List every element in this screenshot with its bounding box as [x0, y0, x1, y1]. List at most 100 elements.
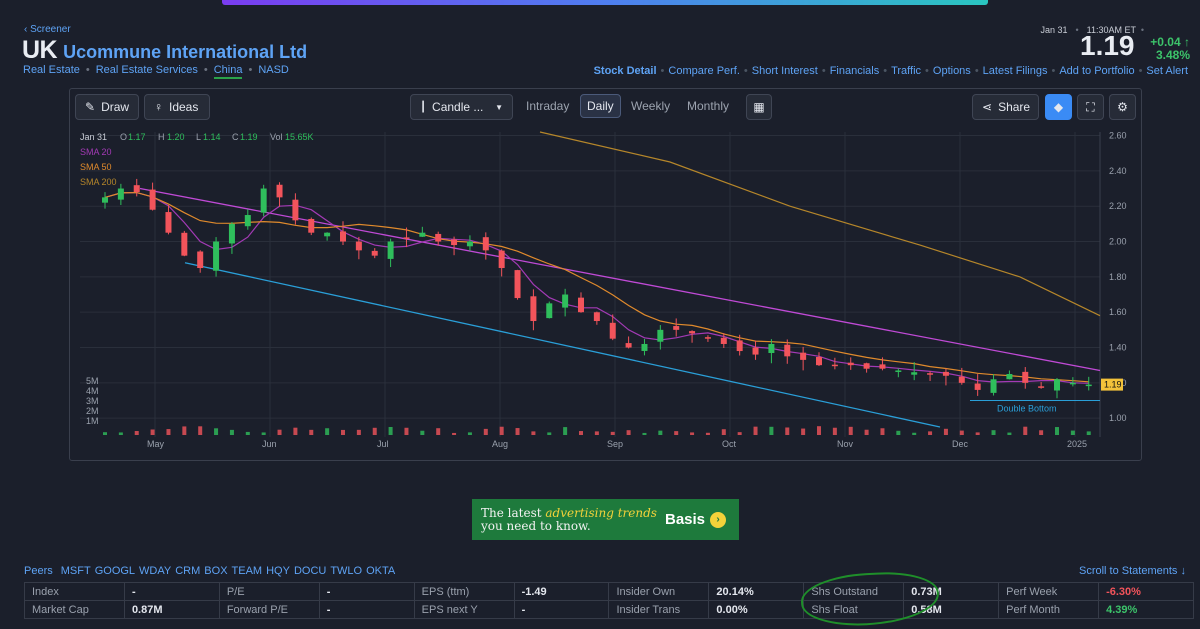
peer-link[interactable]: OKTA — [366, 565, 395, 577]
stat-label: Market Cap — [24, 600, 125, 619]
legend-value: 1.19 — [240, 132, 258, 142]
tab-intraday[interactable]: Intraday — [520, 94, 575, 118]
volume-bar — [436, 428, 441, 435]
stat-label: P/E — [218, 582, 320, 601]
candle-body — [990, 379, 997, 393]
candle-body — [593, 312, 600, 322]
back-to-screener-link[interactable]: ‹ Screener — [24, 24, 71, 35]
link-options[interactable]: Options — [933, 65, 971, 77]
scroll-to-statements-link[interactable]: Scroll to Statements ↓ — [1079, 565, 1186, 577]
peer-link[interactable]: TWLO — [330, 565, 362, 577]
link-stock-detail[interactable]: Stock Detail — [594, 65, 657, 77]
candle-body — [292, 199, 299, 221]
company-name[interactable]: Ucommune International Ltd — [63, 42, 307, 63]
candle-icon: ┃ — [420, 101, 427, 113]
volume-bar — [1039, 430, 1044, 435]
y-tick-label: 1.80 — [1109, 272, 1127, 282]
peers-label[interactable]: Peers — [24, 565, 53, 577]
stat-label: Insider Trans — [608, 600, 710, 619]
volume-bar — [817, 426, 821, 435]
link-add-to-portfolio[interactable]: Add to Portfolio — [1059, 65, 1134, 77]
x-tick-label: May — [147, 439, 165, 449]
peer-link[interactable]: TEAM — [232, 565, 263, 577]
settings-button[interactable]: ⚙ — [1109, 94, 1136, 120]
link-latest-filings[interactable]: Latest Filings — [983, 65, 1048, 77]
link-short-interest[interactable]: Short Interest — [752, 65, 818, 77]
price-chart[interactable]: 2.60 2.40 2.20 2.00 1.80 1.60 1.40 1.20 1.00 5M4… — [70, 127, 1141, 457]
volume-bar — [229, 429, 234, 435]
ideas-button[interactable]: ♀ Ideas — [144, 94, 210, 120]
premium-button[interactable]: ◆ — [1045, 94, 1072, 120]
fullscreen-button[interactable]: ⛶ — [1077, 94, 1104, 120]
link-traffic[interactable]: Traffic — [891, 65, 921, 77]
y-tick-label: 1.60 — [1109, 307, 1127, 317]
share-button[interactable]: ⋖ Share — [972, 94, 1039, 120]
volume-bar — [1007, 432, 1012, 435]
candle-body — [498, 250, 505, 269]
breadcrumb: Real Estate • Real Estate Services • China… — [23, 64, 289, 79]
stat-value: -6.30% — [1098, 582, 1194, 601]
volume-bar — [531, 431, 536, 435]
candle-body — [228, 223, 235, 244]
volume-tick-label: 2M — [86, 406, 99, 416]
peer-link[interactable]: DOCU — [294, 565, 326, 577]
x-tick-label: 2025 — [1067, 439, 1087, 449]
ad-brand: Basis — [665, 511, 706, 528]
crumb-country[interactable]: China — [213, 64, 243, 79]
annotation-label: Double Bottom — [997, 404, 1057, 414]
link-financials[interactable]: Financials — [830, 65, 880, 77]
link-set-alert[interactable]: Set Alert — [1146, 65, 1188, 77]
volume-bar — [515, 428, 520, 435]
stat-label: Perf Month — [998, 600, 1100, 619]
tab-monthly[interactable]: Monthly — [681, 94, 735, 118]
x-tick-label: Jul — [377, 439, 389, 449]
peer-link[interactable]: HQY — [266, 565, 290, 577]
volume-bar — [626, 430, 631, 435]
candle-body — [720, 337, 727, 344]
volume-bar — [499, 426, 504, 435]
stat-label: Index — [24, 582, 125, 601]
link-compare-perf[interactable]: Compare Perf. — [668, 65, 740, 77]
volume-tick-label: 3M — [86, 396, 99, 406]
info-icon[interactable]: • — [1141, 25, 1144, 35]
advertisement-banner[interactable]: The latest advertising trends you need to… — [472, 499, 739, 540]
volume-bar — [594, 431, 599, 435]
stat-value: - — [513, 600, 610, 619]
peer-link[interactable]: MSFT — [61, 565, 91, 577]
volume-bar — [690, 432, 695, 435]
peer-link[interactable]: GOOGL — [95, 565, 135, 577]
x-tick-label: Jun — [262, 439, 277, 449]
crumb-exchange[interactable]: NASD — [258, 64, 289, 79]
candle-body — [371, 250, 378, 256]
candle-body — [387, 241, 394, 259]
volume-bar — [277, 429, 282, 435]
volume-bar — [563, 427, 568, 435]
volume-bar — [896, 430, 901, 435]
peer-link[interactable]: CRM — [175, 565, 200, 577]
volume-bar — [182, 426, 187, 435]
volume-bar — [721, 429, 726, 435]
candle-body — [165, 212, 172, 233]
volume-bar — [832, 427, 837, 435]
pencil-icon: ✎ — [85, 100, 96, 114]
draw-button[interactable]: ✎ Draw — [75, 94, 139, 120]
candle-body — [578, 297, 584, 313]
candle-body — [1069, 382, 1076, 385]
peers-row: Peers MSFT GOOGL WDAY CRM BOX TEAM HQY D… — [24, 565, 395, 577]
candle-body — [641, 343, 648, 351]
tab-weekly[interactable]: Weekly — [625, 94, 676, 118]
calendar-button[interactable]: ▦ — [746, 94, 772, 120]
candle-body — [863, 363, 870, 369]
stat-value: - — [318, 600, 415, 619]
candle-body — [958, 376, 965, 383]
stat-value: 20.14% — [708, 582, 805, 601]
volume-bar — [420, 430, 425, 435]
crumb-sector[interactable]: Real Estate — [23, 64, 80, 79]
peer-link[interactable]: BOX — [204, 565, 227, 577]
tab-daily[interactable]: Daily — [580, 94, 621, 118]
volume-bar — [642, 432, 647, 435]
chart-panel: ✎ Draw ♀ Ideas ┃ Candle ... ▼ Intraday Dai… — [69, 88, 1142, 461]
peer-link[interactable]: WDAY — [139, 565, 171, 577]
crumb-industry[interactable]: Real Estate Services — [96, 64, 198, 79]
chart-type-select[interactable]: ┃ Candle ... ▼ — [410, 94, 513, 120]
